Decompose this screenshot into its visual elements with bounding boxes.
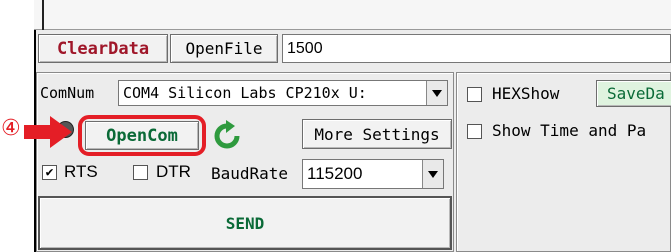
baud-rate-label: BaudRate (211, 164, 289, 183)
show-time-label: Show Time and Pa (492, 121, 647, 140)
top-strip-divider (42, 0, 44, 30)
com-port-select[interactable]: COM4 Silicon Labs CP210x U: (118, 80, 448, 106)
send-label: SEND (225, 213, 265, 233)
check-icon: ✔ (45, 165, 54, 180)
baud-rate-dropdown-arrow[interactable] (422, 160, 443, 188)
send-button[interactable]: SEND (38, 196, 452, 250)
hex-show-checkbox[interactable] (467, 87, 482, 102)
rts-checkbox[interactable]: ✔ (42, 165, 57, 180)
more-settings-button[interactable]: More Settings (302, 119, 452, 149)
save-data-button[interactable]: SaveDa (596, 80, 671, 107)
top-strip (34, 0, 671, 30)
show-time-checkbox[interactable] (467, 124, 482, 139)
com-port-dropdown-arrow[interactable] (426, 81, 447, 105)
open-com-label: OpenCom (106, 125, 178, 146)
hex-show-label: HEXShow (492, 84, 560, 103)
step-marker: ④ (1, 116, 21, 141)
baud-rate-select[interactable]: 115200 (302, 159, 444, 189)
chevron-down-icon (432, 89, 442, 97)
open-com-button[interactable]: OpenCom (85, 121, 199, 150)
open-file-label: OpenFile (185, 39, 263, 58)
file-path-value: 1500 (287, 39, 323, 57)
com-port-value: COM4 Silicon Labs CP210x U: (123, 84, 367, 102)
dtr-label: DTR (156, 162, 191, 181)
chevron-down-icon (428, 170, 438, 178)
more-settings-label: More Settings (314, 124, 440, 144)
clear-data-label: ClearData (56, 38, 150, 59)
red-arrow-icon (24, 116, 72, 148)
com-port-label: ComNum (40, 84, 95, 102)
refresh-icon[interactable] (213, 120, 241, 150)
baud-rate-value: 115200 (307, 164, 363, 183)
dtr-checkbox[interactable] (133, 165, 148, 180)
file-path-input[interactable]: 1500 (282, 34, 671, 63)
clear-data-button[interactable]: ClearData (38, 34, 168, 63)
save-data-label: SaveDa (607, 84, 665, 103)
open-file-button[interactable]: OpenFile (170, 34, 278, 63)
rts-label: RTS (64, 162, 98, 181)
baud-rate-label-clip: BaudRate (211, 164, 301, 186)
